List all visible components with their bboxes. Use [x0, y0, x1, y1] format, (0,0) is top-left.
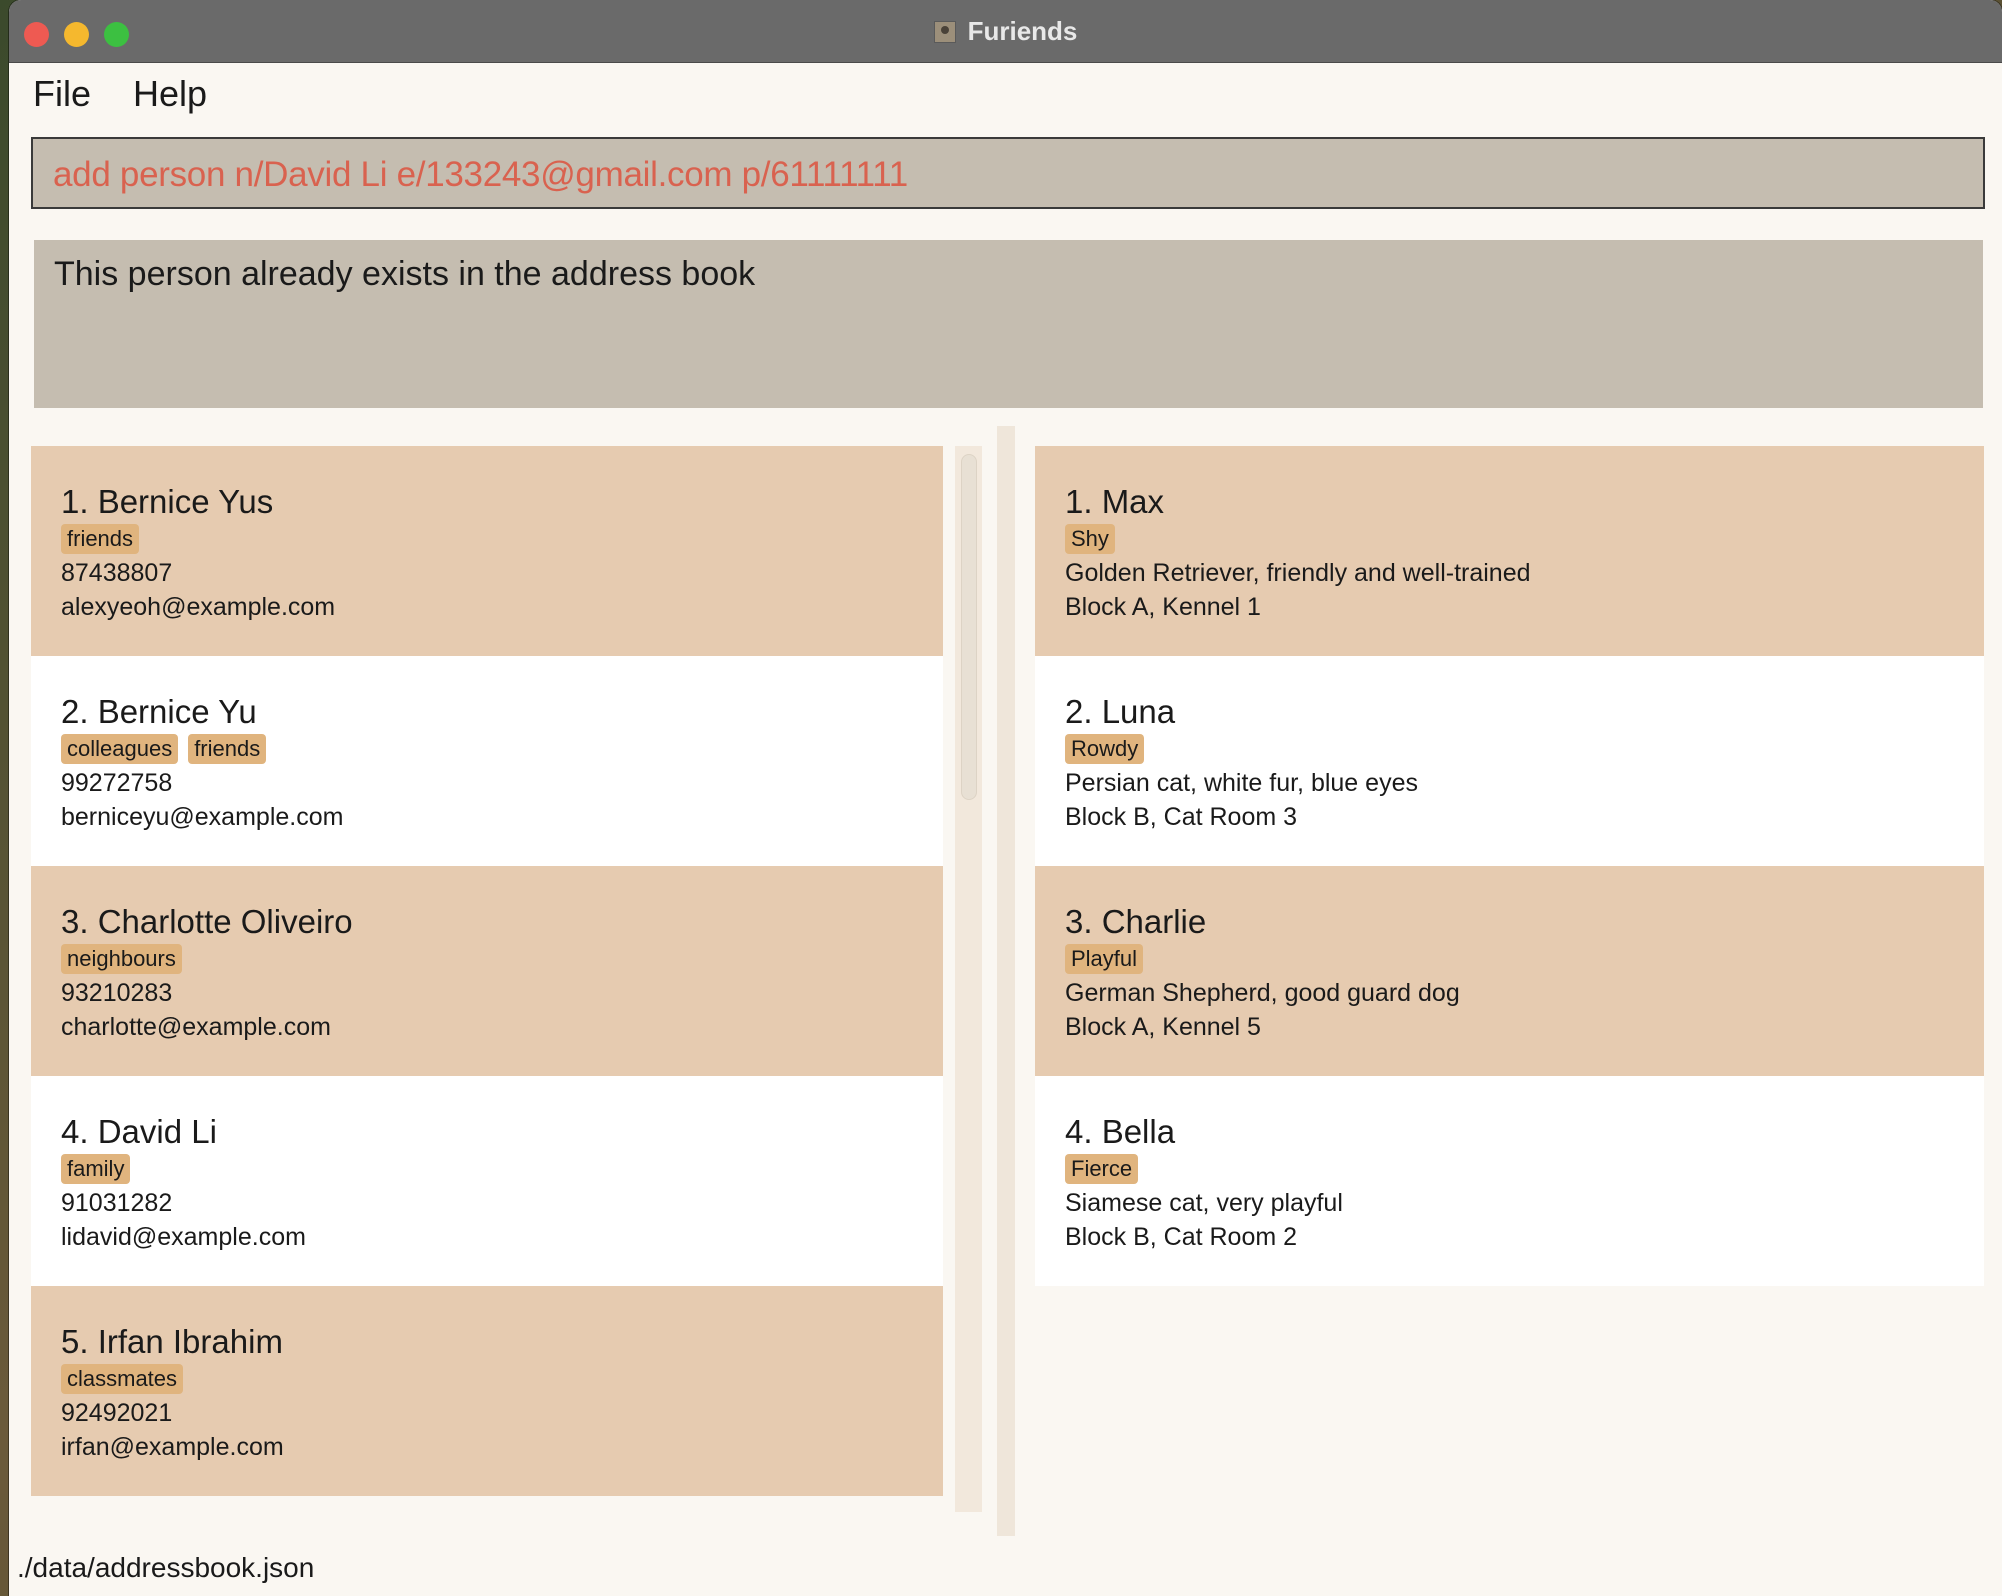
- person-email: irfan@example.com: [61, 1433, 284, 1461]
- person-email: berniceyu@example.com: [61, 803, 344, 831]
- tag-badge: Rowdy: [1065, 734, 1145, 764]
- pet-description: German Shepherd, good guard dog: [1065, 979, 1460, 1007]
- status-bar-file-path: ./data/addressbook.json: [17, 1552, 315, 1583]
- pet-card[interactable]: 3. Charlie Playful German Shepherd, good g…: [1035, 866, 1984, 1076]
- pet-location: Block A, Kennel 5: [1065, 1013, 1261, 1041]
- pet-location: Block B, Cat Room 2: [1065, 1223, 1298, 1251]
- person-tags: classmates: [61, 1364, 913, 1396]
- pet-tags: Fierce: [1065, 1154, 1954, 1186]
- window-title: Furiends: [9, 16, 2002, 47]
- tag-badge: colleagues: [61, 734, 179, 764]
- tag-badge: neighbours: [61, 944, 182, 974]
- person-card[interactable]: 1. Bernice Yus friends 87438807 alexyeoh@ex…: [31, 446, 943, 656]
- pet-name: 4. Bella: [1065, 1113, 1176, 1150]
- pet-list[interactable]: 1. Max Shy Golden Retriever, friendly and …: [1035, 446, 1984, 1512]
- person-tags: friends: [61, 524, 913, 556]
- tag-badge: family: [61, 1154, 131, 1184]
- person-tags: colleagues friends: [61, 734, 913, 766]
- person-card[interactable]: 4. David Li family 91031282 lidavid@example…: [31, 1076, 943, 1286]
- tag-badge: friends: [61, 524, 140, 554]
- pet-tags: Shy: [1065, 524, 1954, 556]
- person-email: alexyeoh@example.com: [61, 593, 336, 621]
- person-phone: 99272758: [61, 769, 173, 797]
- split-pane-divider[interactable]: [997, 426, 1015, 1536]
- person-tags: family: [61, 1154, 913, 1186]
- pet-description: Golden Retriever, friendly and well-trai…: [1065, 559, 1531, 587]
- tag-badge: Fierce: [1065, 1154, 1139, 1184]
- person-name: 4. David Li: [61, 1113, 217, 1150]
- person-card[interactable]: 2. Bernice Yu colleagues friends 99272758 be…: [31, 656, 943, 866]
- pet-name: 1. Max: [1065, 483, 1165, 520]
- person-name: 3. Charlotte Oliveiro: [61, 903, 353, 940]
- pet-description: Siamese cat, very playful: [1065, 1189, 1343, 1217]
- command-input[interactable]: add person n/David Li e/133243@gmail.com…: [31, 137, 1985, 209]
- person-tags: neighbours: [61, 944, 913, 976]
- person-name: 2. Bernice Yu: [61, 693, 257, 730]
- app-icon: [933, 21, 956, 43]
- person-phone: 93210283: [61, 979, 173, 1007]
- person-name: 5. Irfan Ibrahim: [61, 1323, 283, 1360]
- person-list[interactable]: 1. Bernice Yus friends 87438807 alexyeoh@ex…: [31, 446, 943, 1512]
- tag-badge: Shy: [1065, 524, 1115, 554]
- pet-tags: Rowdy: [1065, 734, 1954, 766]
- pet-card[interactable]: 2. Luna Rowdy Persian cat, white fur, blue…: [1035, 656, 1984, 866]
- person-email: charlotte@example.com: [61, 1013, 331, 1041]
- pet-location: Block B, Cat Room 3: [1065, 803, 1298, 831]
- pet-name: 2. Luna: [1065, 693, 1176, 730]
- pet-card[interactable]: 4. Bella Fierce Siamese cat, very playful B…: [1035, 1076, 1984, 1286]
- pet-tags: Playful: [1065, 944, 1954, 976]
- menu-file[interactable]: File: [33, 73, 91, 115]
- person-phone: 91031282: [61, 1189, 173, 1217]
- app-window: Furiends File Help add person n/David Li…: [9, 0, 2002, 1596]
- menu-help[interactable]: Help: [133, 73, 207, 115]
- title-bar: Furiends: [9, 0, 2002, 63]
- pet-card[interactable]: 1. Max Shy Golden Retriever, friendly and …: [1035, 446, 1984, 656]
- window-title-text: Furiends: [967, 16, 1078, 46]
- pet-description: Persian cat, white fur, blue eyes: [1065, 769, 1418, 797]
- pet-name: 3. Charlie: [1065, 903, 1207, 940]
- person-card[interactable]: 5. Irfan Ibrahim classmates 92492021 irfan@…: [31, 1286, 943, 1496]
- person-name: 1. Bernice Yus: [61, 483, 274, 520]
- person-email: lidavid@example.com: [61, 1223, 306, 1251]
- menu-bar: File Help: [9, 63, 2002, 123]
- pet-location: Block A, Kennel 1: [1065, 593, 1261, 621]
- scrollbar-thumb[interactable]: [961, 454, 977, 800]
- result-display: This person already exists in the addres…: [34, 240, 1983, 408]
- tag-badge: Playful: [1065, 944, 1144, 974]
- person-phone: 92492021: [61, 1399, 173, 1427]
- person-list-scrollbar[interactable]: [955, 446, 982, 1512]
- tag-badge: classmates: [61, 1364, 184, 1394]
- tag-badge: friends: [188, 734, 267, 764]
- person-card[interactable]: 3. Charlotte Oliveiro neighbours 93210283 c…: [31, 866, 943, 1076]
- person-phone: 87438807: [61, 559, 173, 587]
